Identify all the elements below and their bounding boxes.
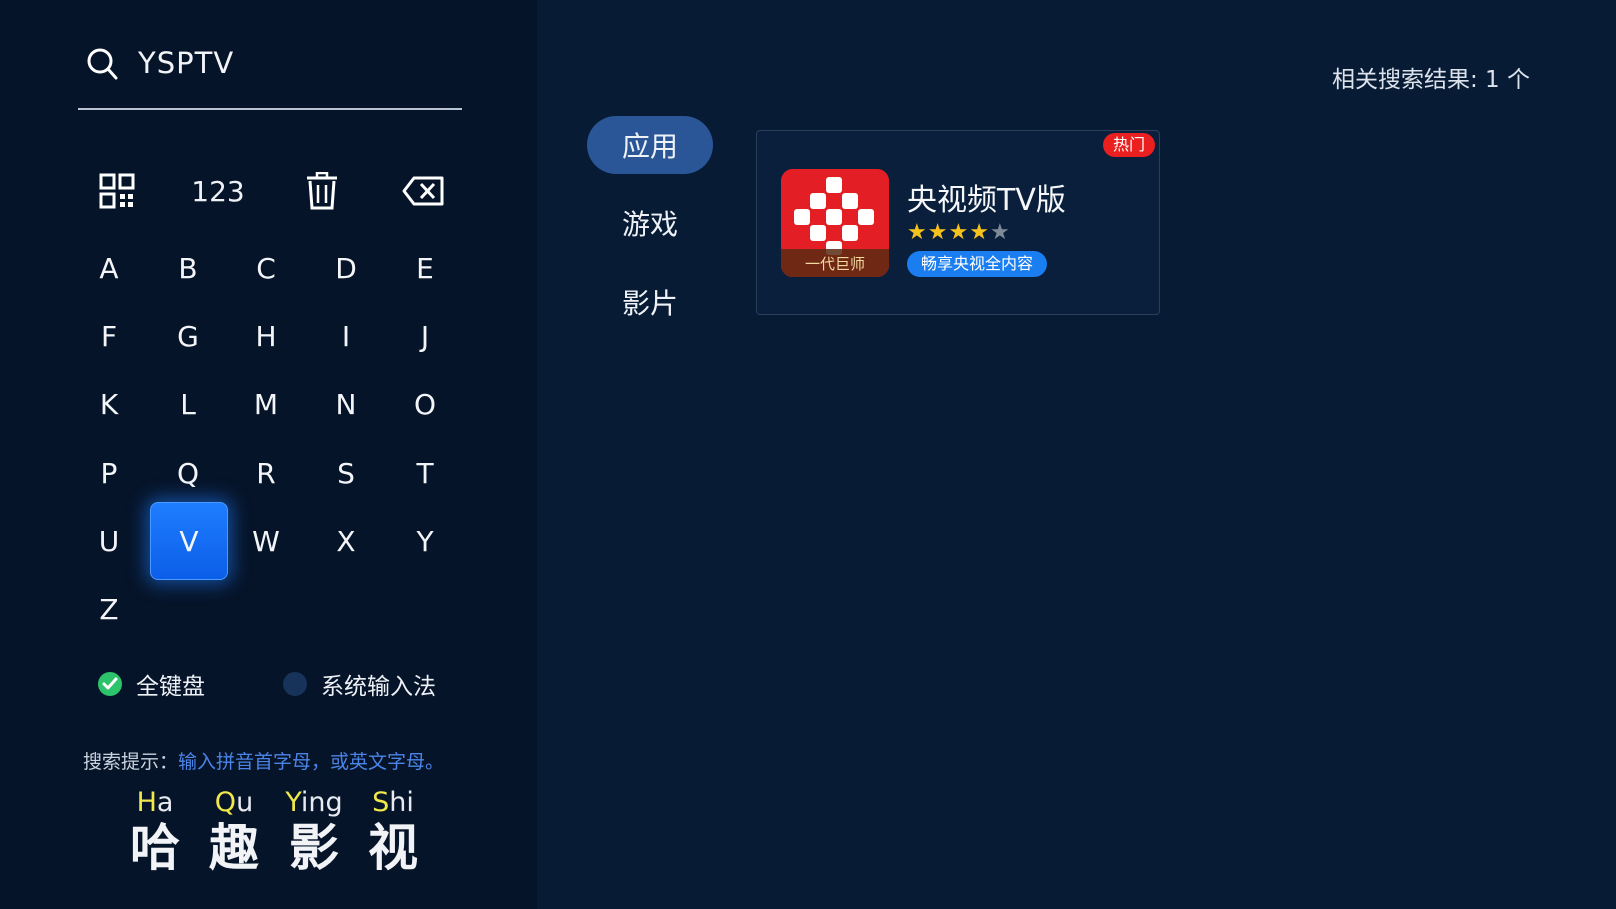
backspace-icon[interactable] bbox=[388, 168, 458, 214]
key-t[interactable]: T bbox=[387, 435, 463, 511]
hint-text: 输入拼音首字母，或英文字母。 bbox=[178, 751, 445, 773]
brand-initial: H bbox=[136, 787, 157, 818]
star-icon: ★ bbox=[969, 220, 990, 245]
hint-label: 搜索提示： bbox=[83, 751, 179, 773]
key-f[interactable]: F bbox=[71, 298, 147, 374]
key-h[interactable]: H bbox=[228, 298, 304, 374]
key-r[interactable]: R bbox=[228, 435, 304, 511]
brand-initial: Q bbox=[214, 787, 237, 818]
mode-system-input-label: 系统输入法 bbox=[321, 674, 436, 700]
key-k[interactable]: K bbox=[71, 366, 147, 442]
star-icon: ★ bbox=[927, 220, 949, 245]
key-z[interactable]: Z bbox=[71, 571, 147, 647]
result-count: 相关搜索结果: 1 个 bbox=[1331, 67, 1530, 93]
tab-movies[interactable]: 影片 bbox=[587, 273, 713, 331]
brand-pinyin: a bbox=[156, 787, 174, 818]
app-name: 央视频TV版 bbox=[907, 183, 1066, 218]
brand-pinyin: hi bbox=[389, 787, 414, 818]
brand-pinyin: u bbox=[236, 787, 254, 818]
app-result-card[interactable]: 热门 一代巨师 央视频TV版 ★★★★★ 畅享央视全内容 bbox=[756, 130, 1160, 315]
mode-full-keyboard-label: 全键盘 bbox=[136, 674, 205, 700]
brand-char-4: Shi 视 bbox=[353, 786, 433, 876]
star-empty-icon: ★ bbox=[989, 220, 1011, 245]
hot-badge: 热门 bbox=[1102, 133, 1155, 157]
key-l[interactable]: L bbox=[150, 366, 226, 442]
unchecked-radio-icon bbox=[283, 672, 307, 696]
rating-stars: ★★★★★ bbox=[907, 220, 1011, 245]
key-u[interactable]: U bbox=[71, 503, 147, 579]
search-icon bbox=[87, 48, 119, 82]
checked-radio-icon bbox=[98, 672, 122, 696]
key-i[interactable]: I bbox=[308, 298, 384, 374]
search-screen: YSPTV 123 A B C D E F G H I J K L M N O … bbox=[0, 0, 1616, 909]
brand-char-3: Ying 影 bbox=[274, 786, 354, 876]
brand-hanzi: 哈 bbox=[130, 819, 180, 877]
brand-hanzi: 视 bbox=[368, 819, 418, 877]
search-hint: 搜索提示：输入拼音首字母，或英文字母。 bbox=[83, 747, 444, 774]
key-d[interactable]: D bbox=[308, 230, 384, 306]
mode-system-input[interactable]: 系统输入法 bbox=[283, 667, 436, 701]
key-j[interactable]: J bbox=[387, 298, 463, 374]
key-b[interactable]: B bbox=[150, 230, 226, 306]
key-s[interactable]: S bbox=[308, 435, 384, 511]
key-o[interactable]: O bbox=[387, 366, 463, 442]
brand-initial: S bbox=[372, 787, 390, 818]
key-m[interactable]: M bbox=[228, 366, 304, 442]
search-bar[interactable]: YSPTV bbox=[78, 42, 462, 110]
key-g[interactable]: G bbox=[150, 298, 226, 374]
app-icon: 一代巨师 bbox=[781, 169, 889, 277]
key-y[interactable]: Y bbox=[387, 503, 463, 579]
brand-initial: Y bbox=[285, 787, 301, 818]
app-tag: 畅享央视全内容 bbox=[907, 251, 1048, 277]
key-c[interactable]: C bbox=[228, 230, 304, 306]
key-w[interactable]: W bbox=[228, 503, 304, 579]
qr-code-icon[interactable] bbox=[82, 168, 152, 214]
star-icon: ★ bbox=[948, 220, 970, 245]
key-n[interactable]: N bbox=[308, 366, 384, 442]
clear-trash-icon[interactable] bbox=[287, 168, 357, 214]
tab-games[interactable]: 游戏 bbox=[587, 194, 713, 252]
brand-char-1: Ha 哈 bbox=[115, 786, 195, 876]
brand-hanzi: 趣 bbox=[209, 819, 259, 877]
key-x[interactable]: X bbox=[308, 503, 384, 579]
mode-full-keyboard[interactable]: 全键盘 bbox=[98, 667, 205, 701]
tab-apps[interactable]: 应用 bbox=[587, 116, 713, 174]
numbers-key[interactable]: 123 bbox=[183, 168, 253, 214]
brand-pinyin: ing bbox=[300, 787, 343, 818]
key-e[interactable]: E bbox=[387, 230, 463, 306]
search-query: YSPTV bbox=[138, 46, 235, 80]
brand-hanzi: 影 bbox=[289, 819, 339, 877]
key-a[interactable]: A bbox=[71, 230, 147, 306]
key-p[interactable]: P bbox=[71, 435, 147, 511]
key-q[interactable]: Q bbox=[150, 435, 226, 511]
brand-char-2: Qu 趣 bbox=[194, 786, 274, 876]
key-v[interactable]: V bbox=[150, 502, 228, 580]
app-icon-caption: 一代巨师 bbox=[805, 255, 865, 273]
star-icon: ★ bbox=[907, 220, 928, 245]
keyboard-panel: YSPTV 123 A B C D E F G H I J K L M N O … bbox=[0, 0, 537, 909]
